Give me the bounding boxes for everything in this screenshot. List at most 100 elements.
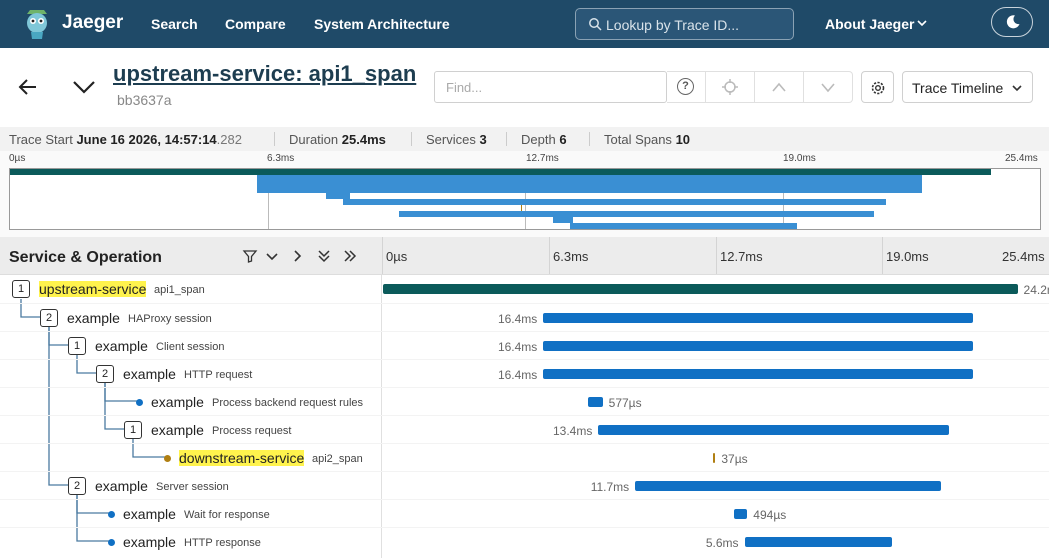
minimap-tick: 19.0ms xyxy=(783,153,816,164)
service-name[interactable]: example xyxy=(95,338,148,354)
minimap-canvas[interactable] xyxy=(9,168,1041,230)
nav-link-compare[interactable]: Compare xyxy=(225,16,286,32)
operation-name: Process backend request rules xyxy=(212,397,364,409)
child-count-badge[interactable]: 1 xyxy=(124,421,142,439)
service-name[interactable]: example xyxy=(123,506,176,522)
view-select-value: Trace Timeline xyxy=(912,80,1004,96)
about-menu[interactable]: About Jaeger xyxy=(825,16,914,32)
stat-trace-start: Trace Start June 16 2026, 14:57:14.282 xyxy=(9,132,242,147)
child-count-badge[interactable]: 2 xyxy=(40,309,58,327)
span-dot-icon xyxy=(164,455,171,462)
stat-label: Total Spans xyxy=(604,132,672,147)
stat-value: 6 xyxy=(559,132,567,147)
span-row[interactable]: example Wait for response 494µs xyxy=(0,499,1049,527)
service-name[interactable]: example xyxy=(151,394,204,410)
divider xyxy=(754,72,755,102)
span-row[interactable]: 1 upstream-service api1_span 24.2ms xyxy=(0,275,1049,303)
chevron-down-icon[interactable] xyxy=(264,248,280,264)
span-bar[interactable] xyxy=(542,341,973,351)
child-count-badge[interactable]: 2 xyxy=(96,365,114,383)
stat-duration: Duration 25.4ms xyxy=(289,132,386,147)
brand-title[interactable]: Jaeger xyxy=(62,12,123,34)
collapse-chevron-icon[interactable] xyxy=(72,79,96,95)
service-name[interactable]: downstream-service xyxy=(179,450,305,466)
nav-link-search[interactable]: Search xyxy=(151,16,198,32)
span-bar[interactable] xyxy=(383,284,1018,294)
service-name[interactable]: example xyxy=(67,310,120,326)
span-duration: 37µs xyxy=(721,452,748,466)
operation-name: Wait for response xyxy=(184,509,270,521)
span-row[interactable]: example Process backend request rules 577µ… xyxy=(0,387,1049,415)
view-select[interactable]: Trace Timeline xyxy=(902,71,1033,103)
service-name[interactable]: upstream-service xyxy=(39,281,147,297)
minimap-tick: 12.7ms xyxy=(526,153,559,164)
operation-name: Process request xyxy=(212,425,292,437)
timeline-tick: 19.0ms xyxy=(886,249,929,264)
span-duration: 5.6ms xyxy=(705,536,739,550)
chevron-down-icon[interactable] xyxy=(820,81,836,93)
double-chevron-right-icon[interactable] xyxy=(342,248,358,264)
timeline-tick: 12.7ms xyxy=(720,249,763,264)
chevron-down-icon[interactable] xyxy=(916,17,928,29)
operation-name: HTTP request xyxy=(184,369,253,381)
divider[interactable] xyxy=(382,237,383,274)
span-row[interactable]: 2 example HTTP request 16.4ms xyxy=(0,359,1049,387)
span-bar[interactable] xyxy=(542,369,973,379)
service-name[interactable]: example xyxy=(123,366,176,382)
span-dot-icon xyxy=(108,511,115,518)
divider xyxy=(882,237,883,274)
span-row[interactable]: 1 example Process request 13.4ms xyxy=(0,415,1049,443)
divider xyxy=(589,132,590,146)
divider xyxy=(411,132,412,146)
span-row[interactable]: example HTTP response 5.6ms xyxy=(0,527,1049,555)
stat-services: Services 3 xyxy=(426,132,487,147)
child-count-badge[interactable]: 1 xyxy=(12,280,30,298)
nav-link-system-architecture[interactable]: System Architecture xyxy=(314,16,450,32)
timeline-tick: 25.4ms xyxy=(1002,249,1045,264)
minimap-tick: 0µs xyxy=(9,153,26,164)
chevron-right-icon[interactable] xyxy=(289,248,305,264)
stat-label: Services xyxy=(426,132,476,147)
span-duration: 16.4ms xyxy=(497,312,538,326)
operation-name: api1_span xyxy=(154,284,205,296)
lookup-trace-input[interactable]: Lookup by Trace ID... xyxy=(575,8,794,40)
find-input[interactable]: Find... xyxy=(434,71,667,103)
timeline-tick: 0µs xyxy=(386,249,408,264)
span-dot-icon xyxy=(136,399,143,406)
span-bar[interactable] xyxy=(734,509,748,519)
child-count-badge[interactable]: 1 xyxy=(68,337,86,355)
span-bar[interactable] xyxy=(542,313,973,323)
span-row[interactable]: downstream-service api2_span 37µs xyxy=(0,443,1049,471)
chevron-up-icon[interactable] xyxy=(771,81,787,93)
minimap-span xyxy=(257,181,923,187)
operation-name: Client session xyxy=(156,341,225,353)
span-duration: 16.4ms xyxy=(497,368,538,382)
stat-value: 25.4ms xyxy=(341,132,386,147)
service-name[interactable]: example xyxy=(151,422,204,438)
span-bar[interactable] xyxy=(634,481,942,491)
span-row[interactable]: 2 example HAProxy session 16.4ms xyxy=(0,303,1049,331)
moon-icon xyxy=(1006,15,1020,29)
child-count-badge[interactable]: 2 xyxy=(68,477,86,495)
minimap-span xyxy=(326,193,350,199)
divider xyxy=(705,72,706,102)
theme-toggle-button[interactable] xyxy=(991,7,1033,37)
trace-title[interactable]: upstream-service: api1_span xyxy=(113,61,416,87)
service-name[interactable]: example xyxy=(123,534,176,550)
span-row[interactable]: 1 example Client session 16.4ms xyxy=(0,331,1049,359)
back-arrow-icon[interactable] xyxy=(18,78,38,96)
find-placeholder: Find... xyxy=(446,80,483,95)
stat-label: Trace Start xyxy=(9,132,73,147)
span-duration: 11.7ms xyxy=(590,480,630,494)
span-bar[interactable] xyxy=(744,537,892,547)
span-bar[interactable] xyxy=(713,453,716,463)
service-name[interactable]: example xyxy=(95,478,148,494)
span-bar[interactable] xyxy=(598,425,950,435)
span-bar[interactable] xyxy=(587,397,603,407)
double-chevron-down-icon[interactable] xyxy=(316,248,332,264)
settings-button[interactable] xyxy=(861,71,894,103)
filter-icon[interactable] xyxy=(242,248,258,264)
span-row[interactable]: 2 example Server session 11.7ms xyxy=(0,471,1049,499)
jaeger-logo-icon[interactable] xyxy=(22,8,52,40)
locate-icon[interactable] xyxy=(721,78,739,96)
